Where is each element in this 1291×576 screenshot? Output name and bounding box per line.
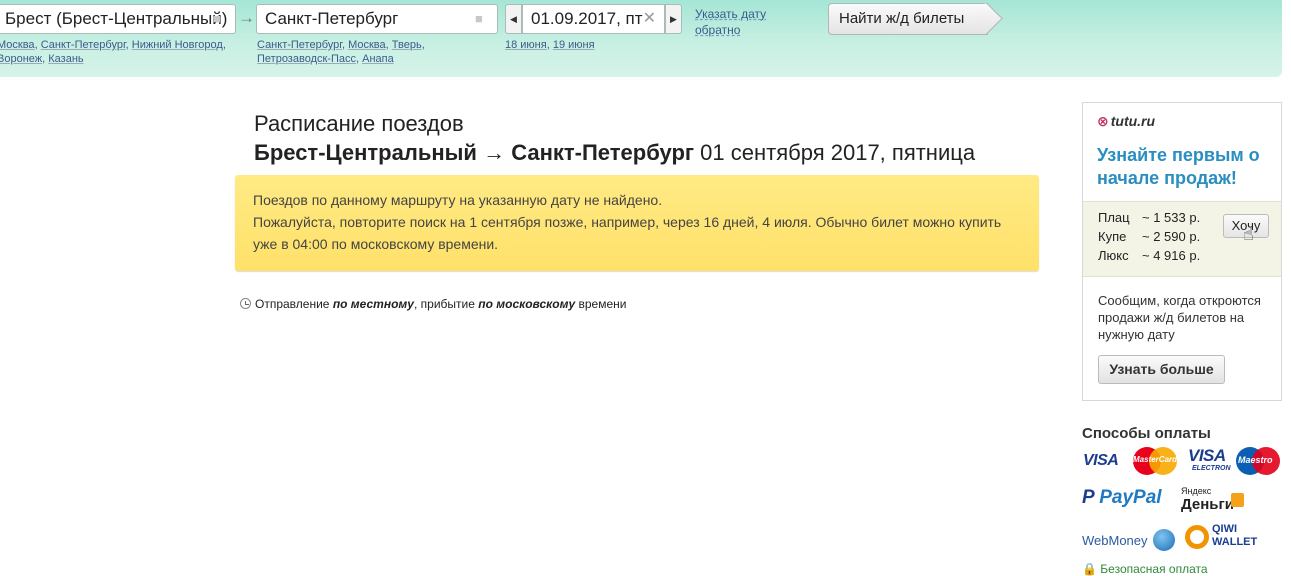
from-station-value: Брест (Брест-Центральный): [5, 9, 228, 28]
price-box: Плац ~ 1 533 р. Купе ~ 2 590 р. Люкс ~ 4…: [1083, 201, 1281, 277]
notice-line: Пожалуйста, повторите поиск на 1 сентябр…: [253, 214, 1002, 252]
clock-icon: [240, 298, 251, 309]
route-date: 01 сентября 2017, пятница: [700, 140, 976, 165]
from-station-input[interactable]: Брест (Брест-Центральный) ■: [0, 4, 236, 34]
route-heading: Брест-Центральный → Санкт-Петербург 01 с…: [254, 140, 975, 166]
find-tickets-button[interactable]: Найти ж/д билеты: [828, 3, 988, 35]
prev-date-button[interactable]: ◀: [505, 4, 522, 34]
learn-more-button[interactable]: Узнать больше: [1098, 355, 1225, 384]
payment-methods-title: Способы оплаты: [1082, 425, 1211, 442]
route-arrow: →: [483, 140, 506, 165]
tutu-logo: ⊗ tutu.ru: [1097, 113, 1156, 129]
from-hint-link[interactable]: Санкт-Петербург: [41, 39, 126, 51]
webmoney-globe-icon: [1153, 529, 1176, 551]
qiwi-icon: [1185, 525, 1209, 549]
from-hint-link[interactable]: Казань: [48, 53, 83, 65]
paypal-icon: P: [1082, 487, 1100, 508]
from-hint-link[interactable]: Нижний Новгород: [132, 39, 223, 51]
to-hint-link[interactable]: Петрозаводск-Пасс: [257, 53, 356, 65]
return-date-link[interactable]: Указать дату обратно: [695, 6, 785, 38]
to-hint-link[interactable]: Санкт-Петербург: [257, 39, 342, 51]
price-row: Плац ~ 1 533 р.: [1098, 210, 1201, 225]
banner-headline: Узнайте первым о начале продаж!: [1097, 145, 1260, 188]
price-row: Люкс ~ 4 916 р.: [1098, 248, 1201, 263]
date-suggestions: 18 июня, 19 июня: [505, 39, 595, 51]
train-icon: ■: [213, 11, 221, 26]
to-station-value: Санкт-Петербург: [265, 9, 399, 28]
from-hint-link[interactable]: Воронеж: [0, 53, 42, 65]
to-suggestions: Санкт-Петербург, Москва, Тверь, Петрозав…: [257, 39, 425, 65]
yandex-wallet-icon: [1231, 493, 1244, 507]
from-hint-link[interactable]: Москва: [0, 39, 35, 51]
mastercard-logo: MasterCard: [1131, 446, 1179, 476]
qiwi-wallet-logo: QIWI WALLET: [1185, 523, 1260, 553]
to-hint-link[interactable]: Москва: [348, 39, 386, 51]
next-date-button[interactable]: ▶: [665, 4, 682, 34]
route-to: Санкт-Петербург: [511, 140, 695, 165]
clear-icon[interactable]: ✕: [643, 5, 656, 33]
notice-line: Поездов по данному маршруту на указанную…: [253, 192, 663, 208]
timezone-note: Отправление по местному, прибытие по мос…: [240, 297, 626, 311]
from-suggestions: Москва, Санкт-Петербург, Нижний Новгород…: [0, 38, 232, 66]
search-bar: Брест (Брест-Центральный) ■ → Санкт-Пете…: [0, 0, 1282, 77]
paypal-logo: P PayPal: [1082, 487, 1162, 508]
train-icon: ■: [475, 11, 483, 26]
hand-cursor-icon: ☝: [1243, 224, 1254, 244]
to-hint-link[interactable]: Тверь: [392, 39, 422, 51]
route-from: Брест-Центральный: [254, 140, 477, 165]
no-trains-notice: Поездов по данному маршруту на указанную…: [235, 175, 1039, 271]
maestro-logo: Maestro: [1235, 446, 1281, 476]
date-input[interactable]: 01.09.2017, пт ✕: [522, 4, 665, 34]
visa-logo: VISA: [1083, 452, 1119, 469]
to-hint-link[interactable]: Анапа: [362, 53, 394, 65]
page-title: Расписание поездов: [254, 111, 464, 136]
date-hint-link[interactable]: 19 июня: [553, 39, 595, 51]
sales-alert-banner: ⊗ tutu.ru Узнайте первым о начале продаж!…: [1082, 102, 1282, 401]
date-hint-link[interactable]: 18 июня: [505, 39, 547, 51]
to-station-input[interactable]: Санкт-Петербург ■: [256, 4, 498, 34]
webmoney-logo: WebMoney: [1082, 529, 1176, 551]
direction-arrow-icon: →: [238, 8, 255, 27]
visa-electron-logo: VISA ELECTRON: [1188, 446, 1231, 472]
tutu-logo-icon: ⊗: [1097, 113, 1109, 129]
date-value: 01.09.2017, пт: [531, 9, 643, 28]
price-row: Купе ~ 2 590 р.: [1098, 229, 1201, 244]
banner-text: Сообщим, когда откроются продажи ж/д бил…: [1098, 293, 1261, 342]
yandex-money-logo: Яндекс Деньги: [1181, 486, 1245, 514]
